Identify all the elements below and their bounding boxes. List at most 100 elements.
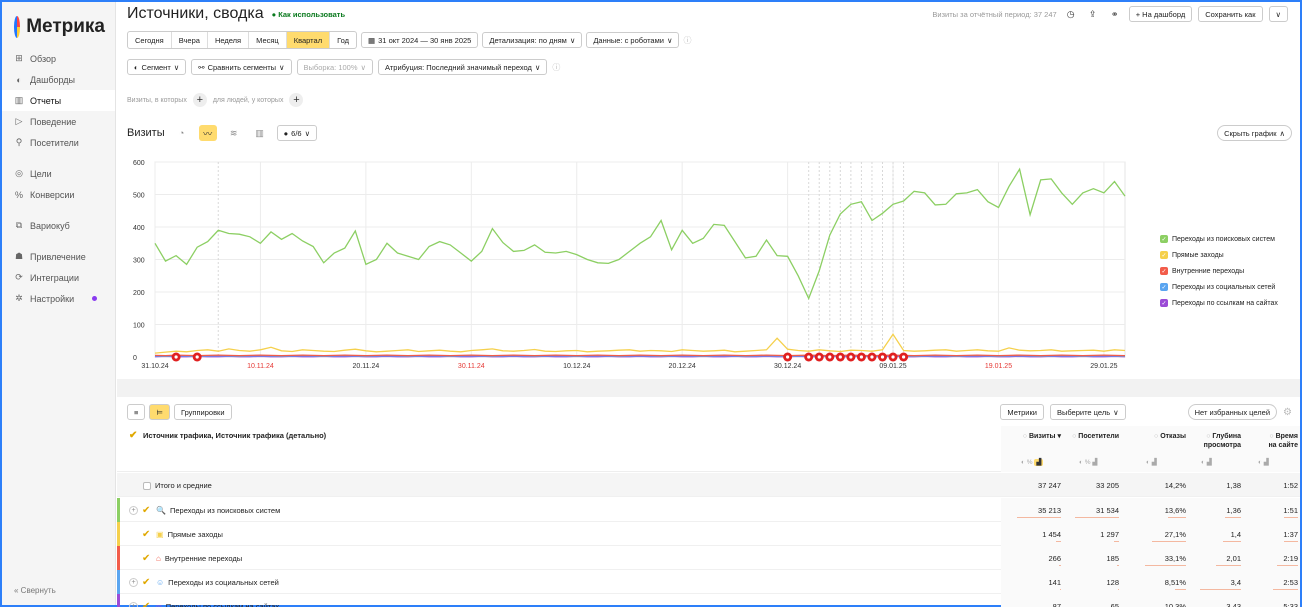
check-icon[interactable]: ✔ (142, 529, 152, 539)
data-filter-dropdown[interactable]: Данные: с роботами ∨ (586, 32, 680, 48)
history-icon[interactable]: ◷ (1063, 6, 1079, 22)
check-icon[interactable]: ✔ (142, 601, 152, 607)
series-line[interactable] (154, 333, 1126, 354)
sidebar-item-user[interactable]: ⚲ Посетители (2, 132, 115, 153)
sidebar-item-integration[interactable]: ⟳ Интеграции (2, 267, 115, 288)
sidebar-item-cube[interactable]: ⧉ Вариокуб (2, 215, 115, 236)
check-icon[interactable]: ✔ (142, 553, 152, 563)
tree-view-icon[interactable]: ⊨ (149, 404, 170, 420)
annotation-marker[interactable] (171, 352, 181, 362)
annotation-marker[interactable] (899, 352, 909, 362)
metric-column-header[interactable]: ○ Глубина просмотра (1191, 432, 1241, 450)
add-people-filter-button[interactable]: + (289, 93, 304, 107)
table-row[interactable]: ✔ ▣ Прямые заходы 1 454 1 297 27,1% 1,4 1:37 (117, 522, 1300, 546)
period-tab[interactable]: Вчера (172, 32, 208, 48)
period-tab[interactable]: Неделя (208, 32, 250, 48)
check-icon[interactable]: ✔ (142, 577, 152, 587)
annotation-marker[interactable] (814, 352, 824, 362)
sidebar-item-settings[interactable]: ✲ Настройки (2, 288, 115, 309)
info-icon[interactable]: ⓘ (683, 35, 691, 46)
table-row[interactable]: ✔ ⌂ Внутренние переходы 266 185 33,1% 2,01 2:19 (117, 546, 1300, 570)
sidebar-item-grid[interactable]: ⊞ Обзор (2, 48, 115, 69)
legend-checkbox[interactable]: ✓ (1160, 251, 1168, 259)
legend-item[interactable]: ✓ Переходы по ссылкам на сайтах (1160, 295, 1278, 311)
favorite-goals-button[interactable]: Нет избранных целей (1187, 404, 1278, 420)
dimension-header[interactable]: ✔ Источник трафика, Источник трафика (де… (129, 430, 326, 440)
table-row[interactable]: + ✔ 🔍 Переходы из поисковых систем 35 213 31 … (117, 498, 1300, 522)
metrika-logo[interactable]: Метрика (2, 2, 115, 44)
annotation-marker[interactable] (825, 352, 835, 362)
legend-checkbox[interactable]: ✓ (1160, 283, 1168, 291)
column-view-toggles[interactable]: ◐ ▟ (1146, 458, 1157, 466)
table-row[interactable]: + ✔ ∞ Переходы по ссылкам на сайтах 87 65 10,3… (117, 594, 1300, 607)
period-tab[interactable]: Квартал (286, 32, 331, 48)
groupings-button[interactable]: Группировки (173, 404, 232, 420)
gear-icon[interactable]: ⚙ (1283, 407, 1292, 418)
annotation-marker[interactable] (888, 352, 898, 362)
metric-column-header[interactable]: ○ Визиты ▾ (1011, 432, 1061, 441)
sidebar-item-person[interactable]: ☗ Привлечение (2, 246, 115, 267)
legend-checkbox[interactable]: ✓ (1160, 267, 1168, 275)
annotation-marker[interactable] (867, 352, 877, 362)
table-row[interactable]: + ✔ ☺ Переходы из социальных сетей 141 128 8,5… (117, 570, 1300, 594)
sidebar-item-play[interactable]: ▷ Поведение (2, 111, 115, 132)
check-icon[interactable]: ✔ (142, 505, 152, 515)
area-chart-icon[interactable]: ≋ (225, 125, 243, 141)
annotation-marker[interactable] (192, 352, 202, 362)
info-icon[interactable]: ⓘ (552, 62, 560, 73)
series-line[interactable] (154, 354, 1126, 357)
expand-row-button[interactable]: + (129, 602, 138, 607)
export-icon[interactable]: ⇪ (1085, 6, 1101, 22)
series-line[interactable] (154, 167, 1126, 301)
pie-chart-icon[interactable]: ◔ (173, 125, 191, 141)
annotation-marker[interactable] (804, 352, 814, 362)
legend-checkbox[interactable]: ✓ (1160, 299, 1168, 307)
compare-segments-button[interactable]: ⚯ Сравнить сегменты ∨ (191, 59, 292, 75)
sidebar-item-percent[interactable]: % Конверсии (2, 184, 115, 205)
period-tab[interactable]: Сегодня (128, 32, 172, 48)
bar-chart-icon[interactable]: ▥ (251, 125, 269, 141)
column-view-toggles[interactable]: ◐ ▟ (1258, 458, 1269, 466)
date-range-button[interactable]: ▦ 31 окт 2024 — 30 янв 2025 (361, 32, 479, 48)
column-view-toggles[interactable]: ◐ % ▟ (1079, 458, 1097, 466)
metric-column-header[interactable]: ○ Отказы (1136, 432, 1186, 441)
period-tab[interactable]: Год (330, 32, 356, 48)
row-checkbox[interactable] (143, 481, 151, 490)
sample-dropdown[interactable]: Выборка: 100% ∨ (296, 59, 374, 75)
legend-item[interactable]: ✓ Внутренние переходы (1160, 263, 1278, 279)
collapse-sidebar-button[interactable]: « Свернуть (14, 586, 56, 595)
save-as-button[interactable]: Сохранить как (1198, 6, 1263, 22)
annotation-marker[interactable] (846, 352, 856, 362)
legend-item[interactable]: ✓ Прямые заходы (1160, 247, 1278, 263)
period-tab[interactable]: Месяц (249, 32, 287, 48)
line-chart-icon[interactable]: 〰 (198, 125, 217, 141)
legend-item[interactable]: ✓ Переходы из поисковых систем (1160, 231, 1278, 247)
metric-column-header[interactable]: ○ Время на сайте (1248, 432, 1298, 450)
column-view-toggles[interactable]: ◐ % ▟ (1021, 458, 1044, 466)
attribution-dropdown[interactable]: Атрибуция: Последний значимый переход ∨ (378, 59, 548, 75)
share-icon[interactable]: ⚭ (1107, 6, 1123, 22)
table-view-icon[interactable]: ≡ (127, 404, 146, 420)
total-row[interactable]: Итого и средние 37 247 33 205 14,2% 1,38 1:52 (117, 473, 1300, 497)
hide-chart-button[interactable]: Скрыть график ∧ (1217, 125, 1292, 141)
check-icon[interactable]: ✔ (129, 430, 139, 440)
sidebar-item-dashboard[interactable]: ◐ Дашборды (2, 69, 115, 90)
metric-column-header[interactable]: ○ Посетители (1069, 432, 1119, 441)
annotation-marker[interactable] (856, 352, 866, 362)
metrics-button[interactable]: Метрики (1000, 404, 1044, 420)
expand-row-button[interactable]: + (129, 578, 138, 587)
to-dashboard-button[interactable]: + На дашборд (1128, 6, 1193, 22)
legend-item[interactable]: ✓ Переходы из социальных сетей (1160, 279, 1278, 295)
expand-row-button[interactable]: + (129, 506, 138, 515)
sidebar-item-reports[interactable]: ▥ Отчеты (2, 90, 115, 111)
annotation-marker[interactable] (878, 352, 887, 362)
segment-button[interactable]: ◐ Сегмент ∨ (127, 59, 187, 75)
choose-goal-dropdown[interactable]: Выберите цель ∨ (1049, 404, 1126, 420)
add-visits-filter-button[interactable]: + (192, 93, 207, 107)
legend-checkbox[interactable]: ✓ (1160, 235, 1168, 243)
annotation-marker[interactable] (783, 352, 793, 362)
save-as-dropdown[interactable]: ∨ (1268, 6, 1288, 22)
sidebar-item-target[interactable]: ◎ Цели (2, 163, 115, 184)
column-view-toggles[interactable]: ◐ ▟ (1201, 458, 1212, 466)
annotation-marker[interactable] (835, 352, 845, 362)
